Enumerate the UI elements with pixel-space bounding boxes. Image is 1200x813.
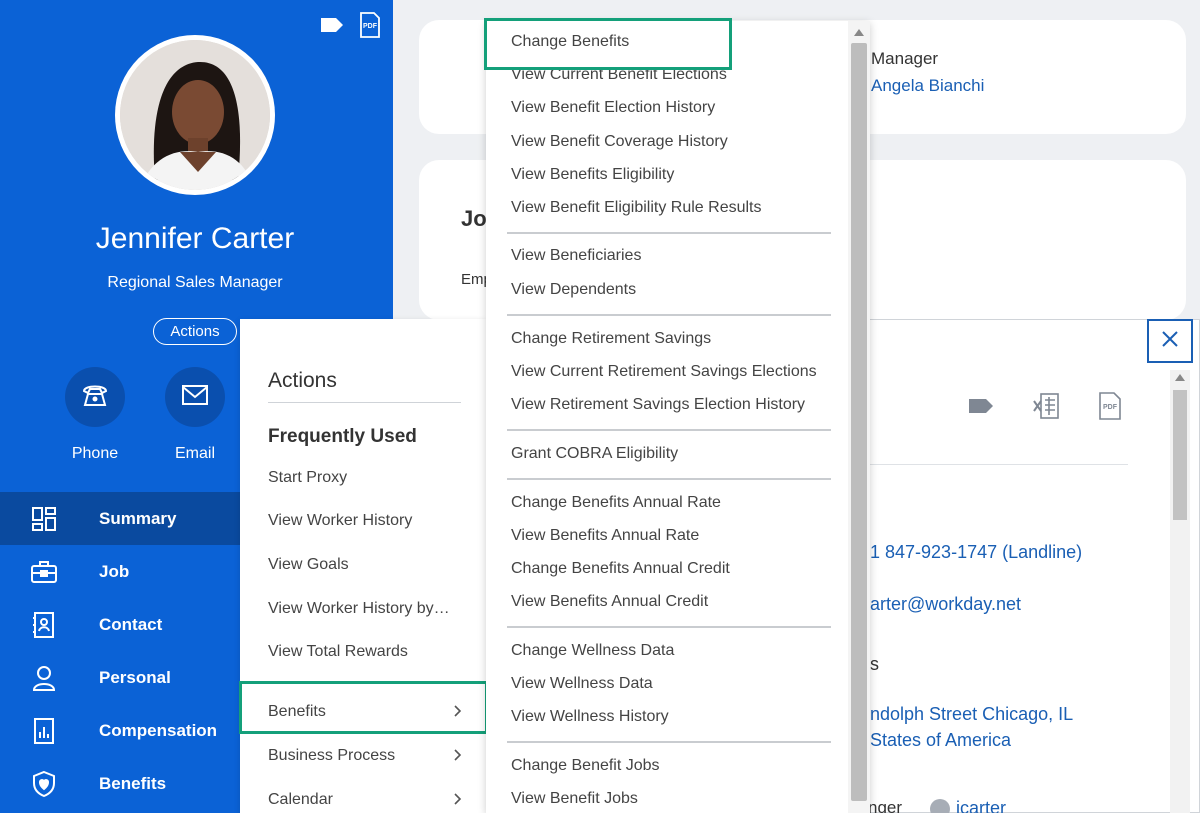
menu-item-business-process[interactable]: Business Process — [240, 734, 486, 778]
close-button[interactable] — [1147, 319, 1193, 363]
submenu-item-change-benefits[interactable]: Change Benefits — [511, 33, 629, 51]
submenu-item-view-benefit-coverage-history[interactable]: View Benefit Coverage History — [511, 133, 728, 151]
profile-toolbar: PDF — [320, 12, 382, 38]
submenu-item-change-wellness-data[interactable]: Change Wellness Data — [511, 642, 674, 660]
actions-button[interactable]: Actions — [153, 318, 237, 345]
email-button[interactable]: Email — [164, 367, 226, 463]
user-avatar-icon — [930, 799, 950, 813]
menu-item-view-total-rewards[interactable]: View Total Rewards — [268, 643, 408, 661]
phone-icon — [81, 382, 109, 413]
submenu-divider — [507, 429, 831, 431]
chevron-right-icon — [450, 703, 466, 719]
avatar — [115, 35, 275, 195]
worker-name: Jennifer Carter — [95, 222, 295, 255]
submenu-item-view-current-retirement-savings-elections[interactable]: View Current Retirement Savings Election… — [511, 363, 817, 381]
pdf-icon[interactable]: PDF — [358, 12, 382, 38]
submenu-scrollbar[interactable] — [848, 21, 870, 813]
contact-card-icon — [30, 611, 58, 639]
username-link[interactable]: jcarter — [956, 798, 1006, 813]
menu-item-calendar[interactable]: Calendar — [240, 778, 486, 813]
related-divider — [870, 464, 1128, 465]
menu-item-benefits[interactable]: Benefits — [240, 690, 486, 734]
nav-label: Compensation — [99, 720, 218, 740]
submenu-divider — [507, 626, 831, 628]
phone-link[interactable]: 1 847-923-1747 (Landline) — [870, 542, 1082, 563]
chevron-right-icon — [450, 791, 466, 807]
menu-item-view-worker-history[interactable]: View Worker History — [268, 512, 412, 530]
address-line-1[interactable]: ndolph Street Chicago, IL — [870, 704, 1073, 725]
menu-item-view-goals[interactable]: View Goals — [268, 556, 349, 574]
bottom-label: nger — [868, 798, 903, 813]
submenu-item-change-benefit-jobs[interactable]: Change Benefit Jobs — [511, 757, 660, 775]
pdf-icon[interactable]: PDF — [1098, 392, 1122, 425]
worker-title: Regional Sales Manager — [107, 274, 283, 291]
address-line-2[interactable]: States of America — [870, 730, 1011, 751]
nav-label: Summary — [99, 508, 177, 528]
phone-button[interactable]: Phone — [64, 367, 126, 463]
submenu-item-grant-cobra-eligibility[interactable]: Grant COBRA Eligibility — [511, 445, 678, 463]
submenu-divider — [507, 232, 831, 234]
submenu-label: Calendar — [268, 791, 333, 808]
submenu-item-view-current-benefit-elections[interactable]: View Current Benefit Elections — [511, 66, 727, 84]
related-toolbar: PDF — [968, 392, 1122, 425]
tag-icon[interactable] — [320, 12, 344, 38]
excel-icon[interactable] — [1032, 392, 1060, 425]
scroll-up-arrow-icon[interactable] — [854, 29, 864, 36]
shield-icon — [30, 770, 58, 798]
tag-icon[interactable] — [968, 398, 994, 419]
submenu-item-view-dependents[interactable]: View Dependents — [511, 281, 636, 299]
email-link[interactable]: arter@workday.net — [870, 594, 1021, 615]
scroll-thumb[interactable] — [1173, 390, 1187, 520]
manager-label: Manager — [871, 49, 939, 68]
nav-label: Personal — [99, 667, 171, 687]
frequently-used-heading: Frequently Used — [268, 426, 417, 447]
job-heading: Jo — [461, 206, 487, 231]
close-icon — [1161, 330, 1179, 353]
email-label: Email — [174, 445, 215, 462]
submenu-divider — [507, 478, 831, 480]
submenu-item-view-wellness-data[interactable]: View Wellness Data — [511, 675, 653, 693]
svg-text:PDF: PDF — [363, 23, 378, 30]
actions-menu-heading: Actions — [268, 369, 337, 392]
phone-label: Phone — [71, 445, 119, 462]
submenu-item-change-benefits-annual-rate[interactable]: Change Benefits Annual Rate — [511, 494, 721, 512]
mail-icon — [181, 384, 209, 411]
actions-menu: Actions Frequently Used Start Proxy View… — [240, 319, 486, 813]
submenu-item-view-retirement-savings-election-history[interactable]: View Retirement Savings Election History — [511, 396, 805, 414]
submenu-label: Business Process — [268, 747, 396, 764]
svg-text:PDF: PDF — [1103, 404, 1118, 411]
submenu-divider — [507, 314, 831, 316]
nav-label: Benefits — [99, 773, 167, 793]
menu-item-view-worker-history-by[interactable]: View Worker History by… — [268, 600, 450, 618]
submenu-item-view-benefits-eligibility[interactable]: View Benefits Eligibility — [511, 166, 674, 184]
submenu-item-view-benefit-eligibility-rule-results[interactable]: View Benefit Eligibility Rule Results — [511, 199, 761, 217]
submenu-item-change-benefits-annual-credit[interactable]: Change Benefits Annual Credit — [511, 560, 730, 578]
person-icon — [30, 664, 58, 692]
chevron-right-icon — [450, 747, 466, 763]
scroll-thumb[interactable] — [851, 43, 867, 801]
nav-label: Contact — [99, 614, 163, 634]
scroll-up-arrow-icon[interactable] — [1175, 374, 1185, 381]
submenu-item-change-retirement-savings[interactable]: Change Retirement Savings — [511, 330, 711, 348]
briefcase-icon — [30, 558, 58, 586]
nav-label: Job — [99, 561, 130, 581]
benefits-submenu: Change Benefits View Current Benefit Ele… — [486, 21, 870, 813]
submenu-divider — [507, 741, 831, 743]
submenu-item-view-beneficiaries[interactable]: View Beneficiaries — [511, 247, 641, 265]
submenu-item-view-benefit-election-history[interactable]: View Benefit Election History — [511, 99, 715, 117]
menu-item-start-proxy[interactable]: Start Proxy — [268, 469, 347, 487]
submenu-label: Benefits — [268, 703, 326, 720]
submenu-item-view-benefits-annual-credit[interactable]: View Benefits Annual Credit — [511, 593, 708, 611]
submenu-item-view-wellness-history[interactable]: View Wellness History — [511, 708, 669, 726]
related-scrollbar[interactable] — [1170, 370, 1190, 813]
submenu-item-view-benefits-annual-rate[interactable]: View Benefits Annual Rate — [511, 527, 699, 545]
grid-icon — [30, 505, 58, 533]
manager-link[interactable]: Angela Bianchi — [871, 76, 984, 96]
chart-icon — [30, 717, 58, 745]
address-label: s — [870, 654, 879, 674]
submenu-item-view-benefit-jobs[interactable]: View Benefit Jobs — [511, 790, 638, 808]
actions-divider — [268, 402, 461, 403]
